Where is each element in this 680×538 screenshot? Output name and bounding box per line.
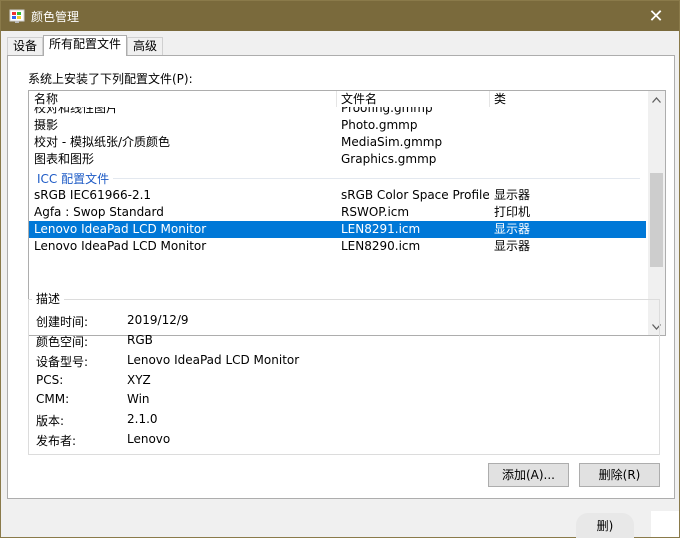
profile-name: Lenovo IdeaPad LCD Monitor [34, 222, 207, 236]
profile-file: MediaSim.gmmp [341, 135, 443, 149]
group-header-icc[interactable]: ICC 配置文件 [29, 169, 646, 187]
profile-name: Agfa : Swop Standard [34, 205, 164, 219]
profile-name: 图表和图形 [34, 152, 95, 166]
desc-value-version: 2.1.0 [127, 412, 158, 426]
profile-file: Graphics.gmmp [341, 152, 437, 166]
profiles-list-label: 系统上安装了下列配置文件(P): [28, 72, 193, 86]
profile-name: 摄影 [34, 118, 59, 132]
profile-type: 显示器 [494, 188, 531, 202]
color-management-window: 颜色管理 ✕ 设备 所有配置文件 高级 系统上安装了下列配置文件(P): 校对和… [0, 0, 680, 538]
column-header-name[interactable]: 名称 [29, 91, 58, 107]
color-management-icon [9, 9, 25, 23]
desc-label-cmm: CMM: [36, 392, 70, 406]
list-item[interactable]: 摄影 Photo.gmmp [29, 117, 646, 134]
remove-button[interactable]: 删除(R) [579, 463, 660, 487]
desc-label-device-model: 设备型号: [36, 355, 89, 369]
list-item[interactable]: 校对 - 模拟纸张/介质颜色 MediaSim.gmmp [29, 134, 646, 151]
group-header-label: ICC 配置文件 [37, 170, 114, 187]
column-header-file[interactable]: 文件名 [336, 91, 377, 107]
description-title: 描述 [32, 290, 65, 307]
close-icon: ✕ [648, 5, 664, 27]
group-header-line [109, 178, 640, 179]
list-header: 名称 文件名 类 [29, 91, 646, 107]
tab-strip: 设备 所有配置文件 高级 [7, 35, 164, 56]
desc-label-publisher: 发布者: [36, 434, 77, 448]
tab-advanced[interactable]: 高级 [127, 37, 164, 56]
chevron-up-icon [652, 96, 661, 103]
tab-devices[interactable]: 设备 [7, 37, 44, 56]
desc-label-version: 版本: [36, 414, 65, 428]
profile-type: 显示器 [494, 239, 531, 253]
tab-all-profiles[interactable]: 所有配置文件 [43, 35, 128, 56]
desc-value-cmm: Win [127, 392, 150, 406]
desc-value-created: 2019/12/9 [127, 313, 189, 327]
column-header-class[interactable]: 类 [489, 91, 506, 107]
profile-file: RSWOP.icm [341, 205, 410, 219]
profile-name: sRGB IEC61966-2.1 [34, 188, 152, 202]
profile-type: 显示器 [494, 222, 531, 236]
profile-name: 校对 - 模拟纸张/介质颜色 [34, 135, 171, 149]
list-item[interactable]: 图表和图形 Graphics.gmmp [29, 151, 646, 168]
title-bar[interactable]: 颜色管理 ✕ [1, 1, 679, 31]
add-button[interactable]: 添加(A)... [488, 463, 569, 487]
window-title: 颜色管理 [31, 10, 80, 24]
desc-value-pcs: XYZ [127, 373, 151, 387]
profile-type: 打印机 [494, 205, 531, 219]
scroll-up-button[interactable] [648, 91, 665, 108]
list-item[interactable]: Agfa : Swop Standard RSWOP.icm 打印机 [29, 204, 646, 221]
profile-file: LEN8291.icm [341, 222, 421, 236]
corner-overlay [651, 511, 679, 537]
desc-value-publisher: Lenovo [127, 432, 171, 446]
desc-value-device-model: Lenovo IdeaPad LCD Monitor [127, 353, 300, 367]
list-item[interactable]: sRGB IEC61966-2.1 sRGB Color Space Profi… [29, 187, 646, 204]
scrollbar-thumb[interactable] [650, 173, 663, 267]
desc-label-colorspace: 颜色空间: [36, 335, 89, 349]
profile-file: sRGB Color Space Profile.ic... [341, 188, 489, 202]
profile-file: Photo.gmmp [341, 118, 418, 132]
profile-name: Lenovo IdeaPad LCD Monitor [34, 239, 207, 253]
partial-delete-button[interactable]: 删) [576, 513, 634, 538]
description-groupbox [28, 299, 660, 455]
all-profiles-panel: 系统上安装了下列配置文件(P): 校对和线性图片 Proofing.gmmp 摄… [7, 55, 675, 499]
list-item-selected[interactable]: Lenovo IdeaPad LCD Monitor LEN8291.icm 显… [29, 221, 646, 238]
desc-label-pcs: PCS: [36, 373, 64, 387]
desc-label-created: 创建时间: [36, 315, 89, 329]
list-item[interactable]: Lenovo IdeaPad LCD Monitor LEN8290.icm 显… [29, 238, 646, 255]
profile-file: LEN8290.icm [341, 239, 421, 253]
desc-value-colorspace: RGB [127, 333, 153, 347]
close-button[interactable]: ✕ [633, 1, 679, 31]
